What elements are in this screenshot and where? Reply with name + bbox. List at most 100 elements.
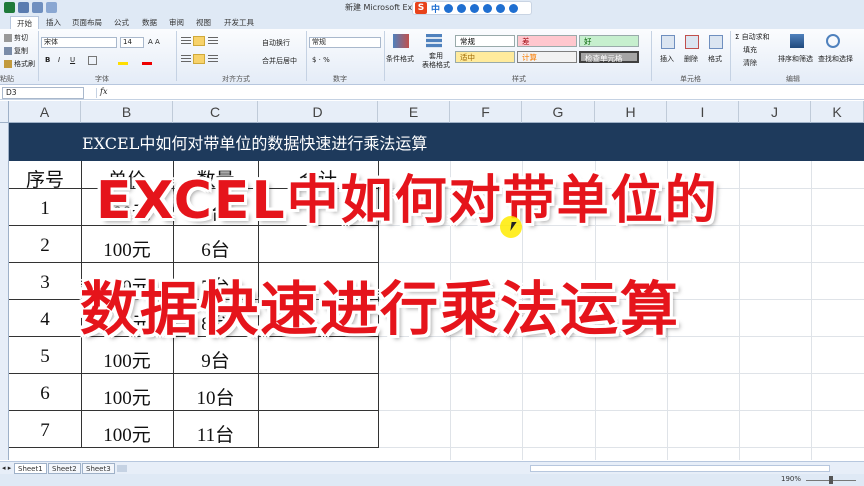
column-header-b[interactable]: B xyxy=(81,101,173,123)
format-painter-button[interactable]: 格式刷 xyxy=(14,59,35,69)
table-format-button[interactable]: 套用 表格格式 xyxy=(422,52,450,70)
table-cell[interactable]: 3 xyxy=(9,272,81,294)
table-cell[interactable]: 7 xyxy=(9,420,81,442)
tab-review[interactable]: 审阅 xyxy=(163,16,190,29)
merge-center-button[interactable]: 合并后居中 xyxy=(262,56,297,66)
font-color-icon[interactable] xyxy=(142,62,152,65)
format-cells-button[interactable]: 格式 xyxy=(708,54,722,64)
number-format-select[interactable]: 常规 xyxy=(309,37,381,48)
settings-icon[interactable] xyxy=(509,3,519,13)
tab-formulas[interactable]: 公式 xyxy=(108,16,135,29)
style-bad[interactable]: 差 xyxy=(517,35,577,47)
tab-data[interactable]: 数据 xyxy=(136,16,163,29)
column-header-d[interactable]: D xyxy=(258,101,378,123)
delete-cells-button[interactable]: 删除 xyxy=(684,54,698,64)
column-header-k[interactable]: K xyxy=(811,101,864,123)
align-center-icon[interactable] xyxy=(193,54,205,64)
table-cell[interactable]: 1 xyxy=(9,198,81,220)
currency-icon[interactable]: $ · % xyxy=(312,56,330,64)
zoom-slider-handle[interactable] xyxy=(829,476,833,484)
fill-button[interactable]: 填充 xyxy=(743,45,757,55)
header-cell[interactable]: 序号 xyxy=(9,165,81,192)
sheet-nav-icon[interactable]: ◂ ▸ xyxy=(2,464,11,472)
tab-developer[interactable]: 开发工具 xyxy=(218,16,260,29)
style-normal[interactable]: 常规 xyxy=(455,35,515,47)
align-left-icon[interactable] xyxy=(181,55,191,63)
sort-filter-button[interactable]: 排序和筛选 xyxy=(778,54,813,64)
conditional-format-button[interactable]: 条件格式 xyxy=(386,54,414,64)
tab-home[interactable]: 开始 xyxy=(10,16,39,29)
clear-button[interactable]: 清除 xyxy=(743,58,757,68)
insert-cells-button[interactable]: 插入 xyxy=(660,54,674,64)
style-check-cell[interactable]: 检查单元格 xyxy=(579,51,639,63)
conditional-format-icon[interactable] xyxy=(393,34,409,48)
column-header-e[interactable]: E xyxy=(378,101,450,123)
style-neutral[interactable]: 适中 xyxy=(455,51,515,63)
save-icon[interactable] xyxy=(18,2,29,13)
column-header-h[interactable]: H xyxy=(595,101,667,123)
table-cell[interactable]: 9台 xyxy=(173,346,258,373)
sheet-tab-1[interactable]: Sheet1 xyxy=(14,463,47,474)
cut-button[interactable]: 剪切 xyxy=(14,33,28,43)
border-icon[interactable] xyxy=(88,56,97,65)
column-header-c[interactable]: C xyxy=(173,101,258,123)
table-cell[interactable]: 100元 xyxy=(81,346,173,373)
ime-mode[interactable]: 中 xyxy=(431,2,440,15)
italic-button[interactable]: I xyxy=(58,56,60,64)
table-cell[interactable]: 2 xyxy=(9,235,81,257)
table-cell[interactable]: 5 xyxy=(9,346,81,368)
table-cell[interactable]: 6 xyxy=(9,383,81,405)
tab-view[interactable]: 视图 xyxy=(190,16,217,29)
column-header-i[interactable]: I xyxy=(667,101,739,123)
skin-icon[interactable] xyxy=(496,3,506,13)
font-name-select[interactable]: 宋体 xyxy=(41,37,117,48)
select-all-corner[interactable] xyxy=(0,101,9,123)
table-cell[interactable]: 4 xyxy=(9,309,81,331)
insert-cells-icon[interactable] xyxy=(661,35,675,49)
align-middle-icon[interactable] xyxy=(193,36,205,46)
horizontal-scrollbar[interactable] xyxy=(530,465,830,472)
maximize-button[interactable] xyxy=(812,0,838,16)
align-right-icon[interactable] xyxy=(208,55,218,63)
delete-cells-icon[interactable] xyxy=(685,35,699,49)
table-cell[interactable]: 100元 xyxy=(81,420,173,447)
wrap-text-button[interactable]: 自动换行 xyxy=(262,38,290,48)
keyboard-icon[interactable] xyxy=(470,3,480,13)
new-sheet-icon[interactable] xyxy=(117,465,127,472)
column-header-a[interactable]: A xyxy=(9,101,81,123)
bold-button[interactable]: B xyxy=(45,56,50,64)
find-select-icon[interactable] xyxy=(826,34,840,48)
voice-icon[interactable] xyxy=(483,3,493,13)
row-headers[interactable] xyxy=(0,123,9,460)
format-cells-icon[interactable] xyxy=(709,35,723,49)
table-format-icon[interactable] xyxy=(426,34,442,48)
emoji-icon[interactable] xyxy=(457,3,467,13)
fill-color-icon[interactable] xyxy=(118,62,128,65)
font-size-select[interactable]: 14 xyxy=(120,37,144,48)
sheet-tab-3[interactable]: Sheet3 xyxy=(82,463,115,474)
redo-icon[interactable] xyxy=(46,2,57,13)
table-cell[interactable]: 10台 xyxy=(173,383,258,410)
table-cell[interactable]: 100元 xyxy=(81,235,173,262)
close-button[interactable] xyxy=(838,0,864,16)
tab-insert[interactable]: 插入 xyxy=(40,16,67,29)
grow-font-icon[interactable]: A A xyxy=(148,38,160,46)
style-good[interactable]: 好 xyxy=(579,35,639,47)
style-calculation[interactable]: 计算 xyxy=(517,51,577,63)
underline-button[interactable]: U xyxy=(70,56,75,64)
ime-toolbar[interactable]: S 中 xyxy=(412,1,532,15)
align-top-icon[interactable] xyxy=(181,37,191,45)
undo-icon[interactable] xyxy=(32,2,43,13)
minimize-button[interactable] xyxy=(786,0,812,16)
find-select-button[interactable]: 查找和选择 xyxy=(818,54,853,64)
column-header-g[interactable]: G xyxy=(522,101,595,123)
insert-function-button[interactable]: fx xyxy=(100,87,107,96)
zoom-level[interactable]: 190% xyxy=(781,475,801,483)
excel-logo-icon[interactable] xyxy=(4,2,15,13)
sort-filter-icon[interactable] xyxy=(790,34,804,48)
tab-page-layout[interactable]: 页面布局 xyxy=(66,16,108,29)
table-cell[interactable]: 11台 xyxy=(173,420,258,447)
autosum-button[interactable]: Σ 自动求和 xyxy=(735,32,770,42)
name-box[interactable]: D3 xyxy=(2,87,84,99)
column-header-j[interactable]: J xyxy=(739,101,811,123)
